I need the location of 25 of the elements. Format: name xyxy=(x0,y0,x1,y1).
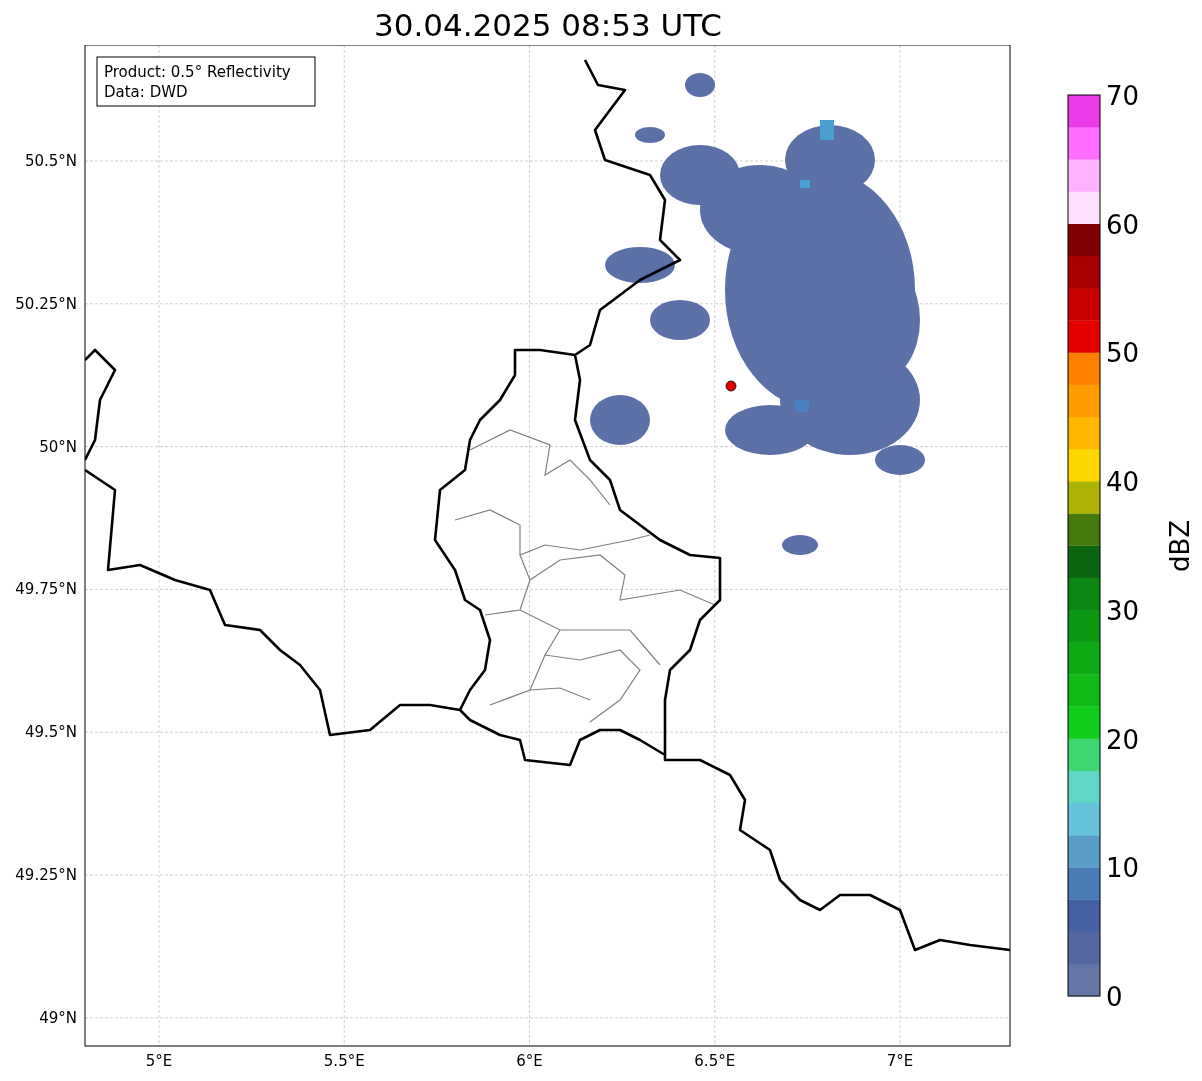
axis-tick-label: 49.25°N xyxy=(15,866,77,884)
axis-tick-label: 49°N xyxy=(39,1008,77,1027)
axis-tick-label: 50.25°N xyxy=(15,294,77,313)
colorbar-tick-label: 50 xyxy=(1106,338,1140,369)
legend-text: Product: 0.5° Reflectivity xyxy=(104,63,291,81)
axis-tick-label: 49.75°N xyxy=(15,580,77,599)
axis-tick-label: 6.5°E xyxy=(694,1052,736,1070)
colorbar-label: dBZ xyxy=(1165,519,1195,573)
colorbar-tick-label: 0 xyxy=(1106,981,1123,1012)
axis-tick-label: 50.5°N xyxy=(24,152,77,170)
colorbar-tick-label: 10 xyxy=(1106,853,1140,884)
axis-tick-label: 49.5°N xyxy=(24,723,77,742)
colorbar-tick-label: 20 xyxy=(1106,724,1140,755)
axis-tick-label: 7°E xyxy=(886,1052,914,1070)
colorbar-tick-label: 40 xyxy=(1106,467,1140,498)
axis-tick-label: 50°N xyxy=(39,437,77,456)
axis-tick-label: 5.5°E xyxy=(323,1052,365,1070)
colorbar-tick-label: 70 xyxy=(1106,81,1140,111)
axis-tick-label: 5°E xyxy=(145,1052,173,1070)
radar-site-marker xyxy=(725,380,737,392)
colorbar-tick-label: 30 xyxy=(1106,595,1140,626)
legend-text: Data: DWD xyxy=(104,83,188,101)
chart-title: 30.04.2025 08:53 UTC xyxy=(374,6,722,45)
colorbar-tick-label: 60 xyxy=(1106,209,1140,240)
axis-tick-label: 6°E xyxy=(516,1052,543,1070)
